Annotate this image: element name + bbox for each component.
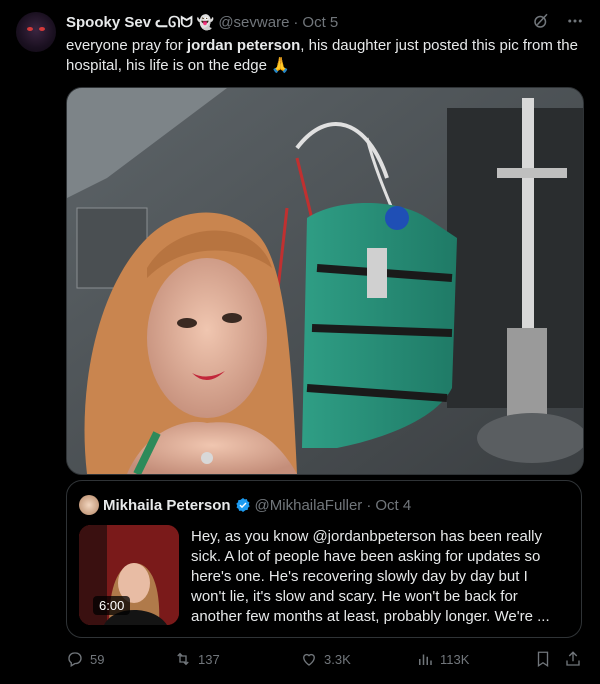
header-actions (532, 12, 584, 34)
tweet-text: everyone pray for jordan peterson, his d… (66, 36, 586, 76)
quote-author-avatar[interactable] (79, 495, 99, 515)
tweet-text-bold: jordan peterson (186, 37, 301, 54)
heart-icon (303, 653, 315, 666)
tweet-actions: 59 137 3.3K 113K (66, 650, 582, 670)
hospital-photo-image (67, 88, 583, 474)
tweet-date[interactable]: Oct 5 (302, 14, 338, 31)
like-count: 3.3K (324, 651, 351, 667)
reply-count: 59 (90, 651, 105, 667)
more-options-icon[interactable] (566, 12, 584, 34)
views-button[interactable]: 113K (416, 650, 469, 668)
views-count: 113K (440, 651, 470, 667)
views-bar-chart-icon (419, 654, 432, 665)
quoted-tweet[interactable]: Mikhaila Peterson @MikhailaFuller · Oct … (66, 480, 582, 638)
header-separator: · (293, 13, 299, 31)
tweet-text-part1: everyone pray for (66, 37, 187, 54)
quote-separator: · (366, 496, 372, 514)
retweet-button[interactable]: 137 (174, 650, 220, 668)
tweet-header: Spooky Sev ᓚᘏᗢ 👻 @sevware · Oct 5 (66, 12, 584, 32)
quote-author-handle[interactable]: @MikhailaFuller (255, 497, 363, 514)
author-name[interactable]: Spooky Sev ᓚᘏᗢ (66, 13, 193, 31)
author-handle[interactable]: @sevware (218, 14, 289, 31)
reply-button[interactable]: 59 (66, 650, 104, 668)
like-button[interactable]: 3.3K (300, 650, 351, 668)
author-avatar[interactable] (16, 12, 56, 52)
bookmark-icon (537, 651, 549, 668)
share-icon (566, 651, 580, 666)
verified-badge-icon (235, 497, 251, 513)
tweet-photo[interactable] (66, 87, 584, 475)
bookmark-button[interactable] (534, 650, 552, 668)
author-badge-emoji: 👻 (196, 13, 215, 30)
quote-video-thumbnail[interactable]: 6:00 (79, 525, 179, 625)
avatar-eye (27, 27, 33, 31)
quote-date[interactable]: Oct 4 (375, 497, 411, 514)
reply-icon (68, 652, 82, 667)
quote-author-name[interactable]: Mikhaila Peterson (103, 497, 231, 514)
quote-header: Mikhaila Peterson @MikhailaFuller · Oct … (79, 495, 411, 515)
share-button[interactable] (564, 650, 582, 668)
avatar-eye (39, 27, 45, 31)
retweet-icon (177, 652, 189, 666)
tweet: Spooky Sev ᓚᘏᗢ 👻 @sevware · Oct 5 everyo… (0, 0, 600, 684)
quote-text: Hey, as you know @jordanbpeterson has be… (191, 528, 550, 625)
video-duration: 6:00 (93, 596, 131, 615)
grok-icon[interactable] (532, 12, 550, 34)
retweet-count: 137 (198, 651, 220, 667)
